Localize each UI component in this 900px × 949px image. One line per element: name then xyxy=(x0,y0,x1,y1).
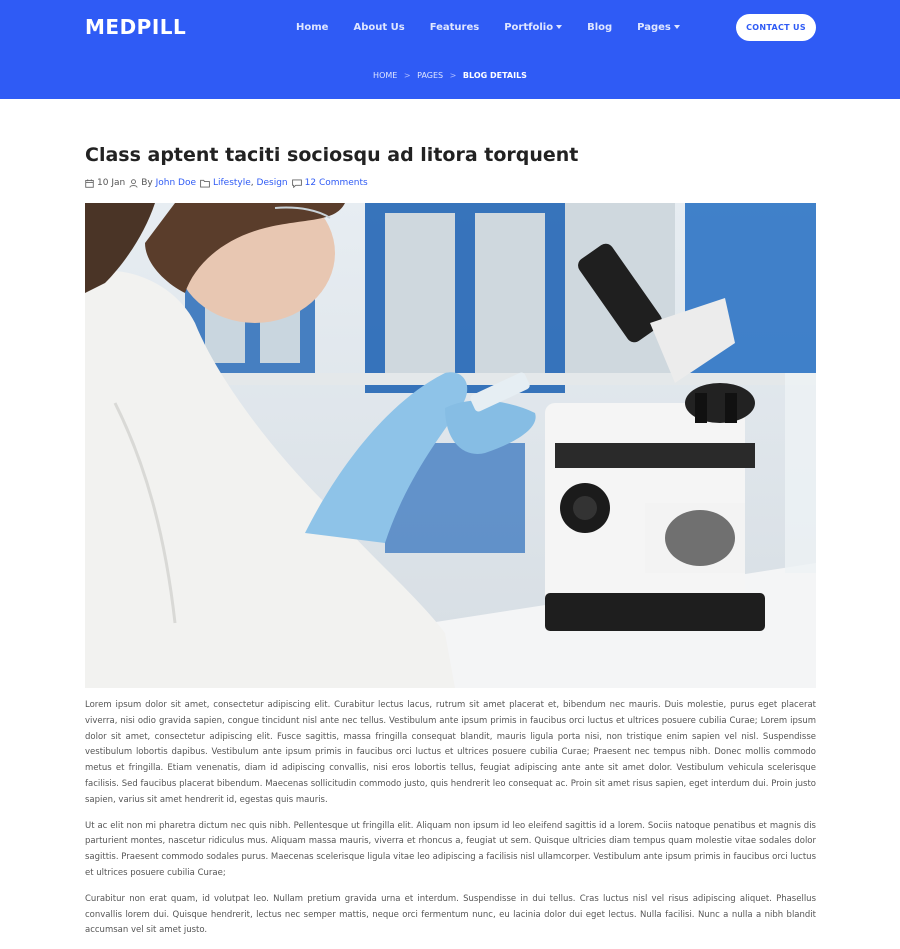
post-body: Lorem ipsum dolor sit amet, consectetur … xyxy=(85,698,816,949)
breadcrumb-current: BLOG DETAILS xyxy=(462,71,527,80)
nav-item-portfolio[interactable]: Portfolio xyxy=(504,20,563,34)
nav-item-blog[interactable]: Blog xyxy=(587,20,612,34)
post-title: Class aptent taciti sociosqu ad litora t… xyxy=(85,144,579,166)
category-separator: , xyxy=(250,178,254,188)
site-logo[interactable]: MEDPILL xyxy=(85,15,186,39)
nav-item-label: Pages xyxy=(637,21,671,33)
nav-item-about[interactable]: About Us xyxy=(353,20,404,34)
site-header: MEDPILL Home About Us Features Portfolio… xyxy=(0,0,900,99)
chevron-down-icon xyxy=(556,25,563,29)
breadcrumb-home[interactable]: HOME xyxy=(373,71,397,80)
post-by-prefix: By xyxy=(141,178,153,188)
nav-item-label: Features xyxy=(429,21,480,33)
chevron-down-icon xyxy=(673,25,680,29)
user-icon xyxy=(129,178,138,188)
comments-link[interactable]: 12 Comments xyxy=(305,178,368,188)
breadcrumb-separator: > xyxy=(449,71,457,80)
category-link-lifestyle[interactable]: Lifestyle xyxy=(213,178,251,188)
post-meta: 10 Jan By John Doe Lifestyle, Design 12 … xyxy=(85,177,368,189)
nav-item-label: Blog xyxy=(587,21,613,33)
nav-item-home[interactable]: Home xyxy=(296,20,328,34)
post-date: 10 Jan xyxy=(97,178,126,188)
comment-icon xyxy=(291,178,302,188)
post-paragraph: Curabitur non erat quam, id volutpat leo… xyxy=(85,893,816,936)
nav-item-label: About Us xyxy=(353,21,405,33)
scientist-microscope-photo xyxy=(85,203,816,688)
post-paragraph: Ut ac elit non mi pharetra dictum nec qu… xyxy=(85,820,816,878)
main-nav: Home About Us Features Portfolio Blog Pa… xyxy=(296,20,705,34)
nav-item-features[interactable]: Features xyxy=(430,20,480,34)
nav-item-label: Home xyxy=(296,21,329,33)
breadcrumb-pages[interactable]: PAGES xyxy=(417,71,443,80)
post-paragraph: Lorem ipsum dolor sit amet, consectetur … xyxy=(85,700,816,805)
breadcrumb-separator: > xyxy=(403,71,411,80)
post-author-link[interactable]: John Doe xyxy=(156,178,196,188)
breadcrumb: HOME > PAGES > BLOG DETAILS xyxy=(0,71,900,80)
category-link-design[interactable]: Design xyxy=(257,178,288,188)
nav-item-label: Portfolio xyxy=(504,21,554,33)
folder-icon xyxy=(200,179,210,188)
post-featured-image xyxy=(85,203,816,688)
nav-item-pages[interactable]: Pages xyxy=(637,20,680,34)
contact-us-button[interactable]: CONTACT US xyxy=(736,14,816,41)
calendar-icon xyxy=(85,178,94,188)
